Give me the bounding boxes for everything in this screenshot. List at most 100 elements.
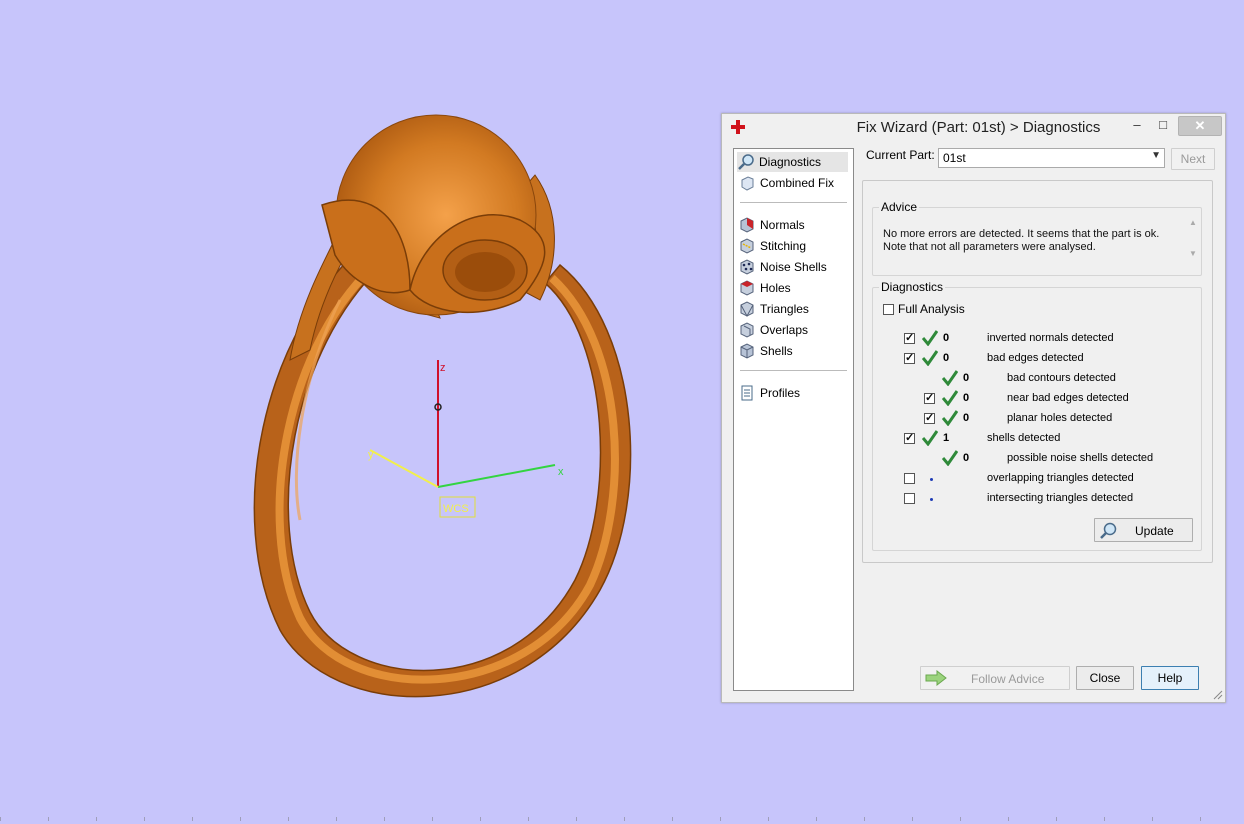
update-button[interactable]: Update bbox=[1094, 518, 1193, 542]
green-check-icon bbox=[942, 390, 958, 406]
nav-item-stitching[interactable]: Stitching bbox=[738, 236, 806, 256]
advice-group: Advice No more errors are detected. It s… bbox=[872, 200, 1202, 276]
update-label: Update bbox=[1135, 524, 1174, 538]
nav-item-holes[interactable]: Holes bbox=[738, 278, 791, 298]
nav-label-combined-fix: Combined Fix bbox=[760, 176, 835, 190]
resize-grip-icon[interactable] bbox=[1213, 690, 1223, 700]
holes-icon bbox=[740, 280, 754, 296]
nav-separator bbox=[740, 370, 847, 371]
wizard-nav-list: Diagnostics Combined Fix Normals Stitchi… bbox=[733, 148, 854, 691]
y-axis-label: y bbox=[368, 449, 374, 461]
minimize-button[interactable]: – bbox=[1126, 116, 1148, 134]
wcs-label: WCS bbox=[443, 503, 469, 515]
nav-item-overlaps[interactable]: Overlaps bbox=[738, 320, 808, 340]
z-axis-label: z bbox=[440, 362, 446, 374]
diag-text-intersecting: intersecting triangles detected bbox=[987, 492, 1134, 504]
diag-count-inverted-normals: 0 bbox=[943, 332, 950, 344]
full-analysis-label: Full Analysis bbox=[898, 302, 965, 316]
dialog-title: Fix Wizard (Part: 01st) > Diagnostics bbox=[856, 119, 1101, 136]
advice-line-2: Note that not all parameters were analys… bbox=[883, 241, 1096, 253]
overlaps-icon bbox=[740, 322, 754, 338]
nav-item-combined-fix[interactable]: Combined Fix bbox=[738, 173, 834, 193]
advice-line-1: No more errors are detected. It seems th… bbox=[883, 228, 1160, 240]
scroll-down-icon[interactable]: ▼ bbox=[1187, 249, 1199, 258]
bottom-ruler bbox=[0, 817, 1244, 821]
current-part-select[interactable]: 01st ▼ bbox=[938, 148, 1165, 168]
right-arrow-icon bbox=[925, 670, 947, 686]
green-check-icon bbox=[942, 370, 958, 386]
diag-count-noise-shells: 0 bbox=[963, 452, 970, 464]
diag-checkbox-intersecting[interactable] bbox=[904, 493, 915, 504]
nav-label-stitching: Stitching bbox=[760, 239, 807, 253]
full-analysis-checkbox[interactable] bbox=[883, 304, 894, 315]
maximize-button[interactable]: □ bbox=[1152, 116, 1174, 134]
dialog-titlebar[interactable]: Fix Wizard (Part: 01st) > Diagnostics – … bbox=[722, 114, 1225, 142]
green-check-icon bbox=[922, 330, 938, 346]
diag-checkbox-shells[interactable] bbox=[904, 431, 915, 444]
advice-legend: Advice bbox=[879, 200, 920, 214]
diag-text-shells: shells detected bbox=[987, 432, 1061, 444]
follow-advice-button[interactable]: Follow Advice bbox=[920, 666, 1070, 690]
nav-label-normals: Normals bbox=[760, 218, 805, 232]
diag-text-near-bad-edges: near bad edges detected bbox=[1007, 392, 1129, 404]
nav-label-holes: Holes bbox=[760, 281, 791, 295]
green-check-icon bbox=[942, 410, 958, 426]
nav-item-shells[interactable]: Shells bbox=[738, 341, 793, 361]
diag-count-bad-contours: 0 bbox=[963, 372, 970, 384]
diag-checkbox-overlapping[interactable] bbox=[904, 473, 915, 484]
x-axis-label: x bbox=[558, 466, 564, 478]
pending-dot-icon bbox=[930, 478, 933, 481]
wcs-axes: z x y WCS bbox=[368, 360, 564, 518]
diagnostics-legend: Diagnostics bbox=[879, 280, 946, 294]
diag-checkbox-planar-holes[interactable] bbox=[924, 411, 935, 424]
fix-wizard-dialog: Fix Wizard (Part: 01st) > Diagnostics – … bbox=[721, 113, 1226, 703]
green-check-icon bbox=[922, 430, 938, 446]
diagnostics-group: Diagnostics Full Analysis 0 inverted nor… bbox=[872, 280, 1202, 551]
diag-count-bad-edges: 0 bbox=[943, 352, 950, 364]
window-close-button[interactable]: ✕ bbox=[1178, 116, 1222, 136]
diag-text-bad-edges: bad edges detected bbox=[987, 352, 1084, 364]
green-check-icon bbox=[922, 350, 938, 366]
green-check-icon bbox=[942, 450, 958, 466]
diag-checkbox-near-bad-edges[interactable] bbox=[924, 391, 935, 404]
diag-text-bad-contours: bad contours detected bbox=[1007, 372, 1116, 384]
combined-fix-icon bbox=[741, 176, 754, 191]
next-button[interactable]: Next bbox=[1171, 148, 1215, 170]
chevron-down-icon: ▼ bbox=[1151, 150, 1161, 161]
nav-separator bbox=[740, 202, 847, 203]
shells-icon bbox=[740, 343, 754, 359]
diag-text-overlapping: overlapping triangles detected bbox=[987, 472, 1134, 484]
magnifier-icon bbox=[738, 154, 754, 170]
magnifier-icon bbox=[1100, 522, 1117, 539]
advice-text: No more errors are detected. It seems th… bbox=[883, 228, 1183, 254]
nav-label-triangles: Triangles bbox=[760, 302, 809, 316]
diag-count-shells: 1 bbox=[943, 432, 950, 444]
current-part-label: Current Part: bbox=[866, 148, 935, 162]
stitching-icon bbox=[740, 238, 754, 254]
close-button[interactable]: Close bbox=[1076, 666, 1134, 690]
diag-text-planar-holes: planar holes detected bbox=[1007, 412, 1113, 424]
profiles-icon bbox=[741, 385, 753, 401]
advice-scrollbar[interactable]: ▲ ▼ bbox=[1187, 218, 1199, 264]
nav-label-profiles: Profiles bbox=[760, 386, 801, 400]
diag-count-near-bad-edges: 0 bbox=[963, 392, 970, 404]
pending-dot-icon bbox=[930, 498, 933, 501]
nav-item-normals[interactable]: Normals bbox=[738, 215, 805, 235]
normals-icon bbox=[740, 217, 754, 233]
current-part-value: 01st bbox=[943, 151, 966, 165]
nav-item-noise-shells[interactable]: Noise Shells bbox=[738, 257, 827, 277]
diag-text-noise-shells: possible noise shells detected bbox=[1007, 452, 1154, 464]
nav-item-diagnostics[interactable]: Diagnostics bbox=[737, 152, 848, 172]
diag-checkbox-bad-edges[interactable] bbox=[904, 351, 915, 364]
diag-text-inverted-normals: inverted normals detected bbox=[987, 332, 1114, 344]
help-button[interactable]: Help bbox=[1141, 666, 1199, 690]
triangles-icon bbox=[740, 301, 754, 318]
nav-item-profiles[interactable]: Profiles bbox=[738, 383, 800, 403]
nav-item-triangles[interactable]: Triangles bbox=[738, 299, 809, 319]
diag-count-planar-holes: 0 bbox=[963, 412, 970, 424]
scroll-up-icon[interactable]: ▲ bbox=[1187, 218, 1199, 227]
nav-label-noise-shells: Noise Shells bbox=[760, 260, 827, 274]
follow-advice-label: Follow Advice bbox=[971, 672, 1045, 686]
nav-label-overlaps: Overlaps bbox=[760, 323, 809, 337]
diag-checkbox-inverted-normals[interactable] bbox=[904, 331, 915, 344]
